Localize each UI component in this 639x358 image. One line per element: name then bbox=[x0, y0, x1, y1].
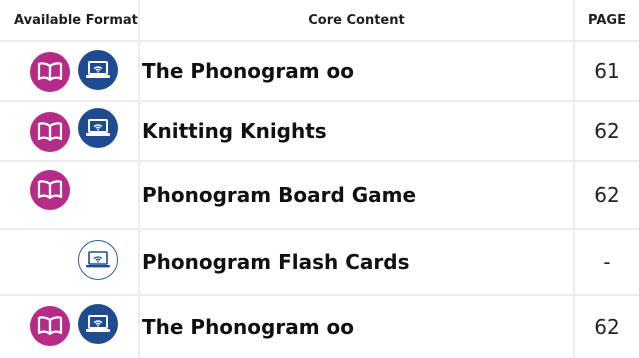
content-title[interactable]: Knitting Knights bbox=[140, 119, 327, 143]
book-icon bbox=[30, 170, 70, 210]
book-icon bbox=[30, 112, 70, 152]
core-content-cell: The Phonogram oo bbox=[140, 296, 575, 358]
core-content-cell: The Phonogram oo bbox=[140, 42, 575, 100]
page-cell: 62 bbox=[575, 162, 639, 228]
page-cell: 62 bbox=[575, 102, 639, 160]
header-page: PAGE bbox=[588, 12, 626, 28]
content-title[interactable]: Phonogram Board Game bbox=[140, 183, 416, 207]
content-title[interactable]: The Phonogram oo bbox=[140, 59, 354, 83]
table-row: The Phonogram oo 61 bbox=[0, 42, 639, 102]
core-content-cell: Knitting Knights bbox=[140, 102, 575, 160]
page-number: 61 bbox=[594, 59, 620, 83]
format-cell bbox=[0, 42, 140, 100]
content-title[interactable]: Phonogram Flash Cards bbox=[140, 250, 409, 274]
header-core-content: Core Content bbox=[140, 0, 575, 40]
format-cell bbox=[0, 296, 140, 358]
page-cell: 61 bbox=[575, 42, 639, 100]
page-number: 62 bbox=[594, 315, 620, 339]
format-cell bbox=[0, 230, 140, 294]
page-number: 62 bbox=[594, 183, 620, 207]
laptop-wifi-icon bbox=[78, 240, 118, 280]
laptop-wifi-icon bbox=[78, 50, 118, 90]
book-icon bbox=[30, 306, 70, 346]
table-row: The Phonogram oo 62 bbox=[0, 296, 639, 358]
page-number: - bbox=[603, 250, 611, 274]
page-cell: - bbox=[575, 230, 639, 294]
header-available-format: Available Format bbox=[0, 0, 140, 40]
content-table: Available Format Core Content PAGE The P… bbox=[0, 0, 639, 358]
page-cell: 62 bbox=[575, 296, 639, 358]
table-row: Knitting Knights 62 bbox=[0, 102, 639, 162]
table-row: Phonogram Flash Cards - bbox=[0, 230, 639, 296]
book-icon bbox=[30, 52, 70, 92]
format-cell bbox=[0, 102, 140, 160]
format-cell bbox=[0, 162, 140, 228]
core-content-cell: Phonogram Flash Cards bbox=[140, 230, 575, 294]
core-content-cell: Phonogram Board Game bbox=[140, 162, 575, 228]
table-header: Available Format Core Content PAGE bbox=[0, 0, 639, 42]
table-row: Phonogram Board Game 62 bbox=[0, 162, 639, 230]
page-number: 62 bbox=[594, 119, 620, 143]
laptop-wifi-icon bbox=[78, 108, 118, 148]
laptop-wifi-icon bbox=[78, 304, 118, 344]
content-title[interactable]: The Phonogram oo bbox=[140, 315, 354, 339]
